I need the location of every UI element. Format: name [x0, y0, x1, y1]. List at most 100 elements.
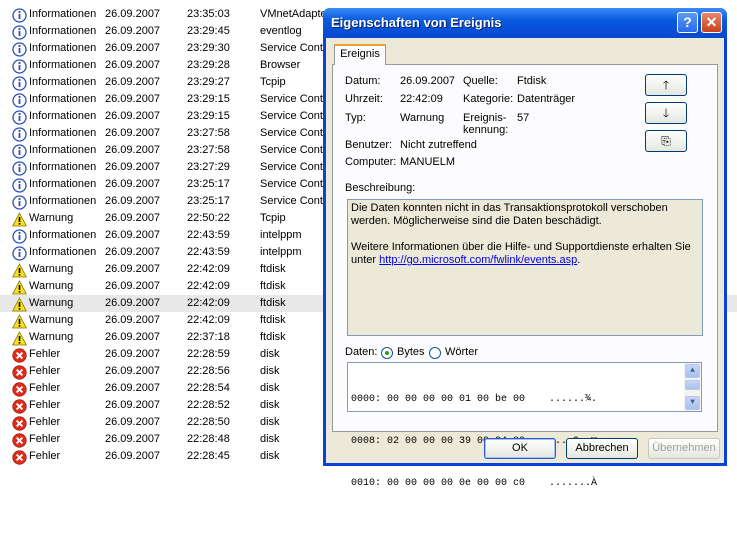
- event-type: Warnung: [29, 331, 74, 343]
- event-time: 22:28:50: [187, 416, 230, 428]
- event-time: 23:27:58: [187, 144, 230, 156]
- event-source: ftdisk: [260, 297, 286, 309]
- event-properties-dialog: Eigenschaften von Ereignis ? ✕ Ereignis …: [323, 8, 727, 489]
- event-date: 26.09.2007: [105, 280, 161, 292]
- bytes-label: Bytes: [397, 346, 425, 358]
- event-source: intelppm: [260, 246, 302, 258]
- event-time: 23:29:27: [187, 76, 230, 88]
- info-icon: [12, 195, 27, 210]
- words-radio[interactable]: [429, 347, 441, 359]
- event-date: 26.09.2007: [105, 433, 161, 445]
- event-type: Fehler: [29, 399, 61, 411]
- event-date: 26.09.2007: [105, 263, 161, 275]
- event-date: 26.09.2007: [105, 297, 161, 309]
- error-icon: [12, 365, 27, 380]
- info-icon: [12, 229, 27, 244]
- copy-event-button[interactable]: ⎘: [645, 130, 687, 152]
- scroll-thumb[interactable]: [685, 380, 700, 390]
- event-source: ftdisk: [260, 331, 286, 343]
- event-type: Fehler: [29, 416, 61, 428]
- user-label: Benutzer:: [345, 139, 393, 151]
- ok-button[interactable]: OK: [484, 438, 556, 459]
- event-date: 26.09.2007: [105, 93, 161, 105]
- description-label: Beschreibung:: [345, 182, 416, 194]
- error-icon: [12, 382, 27, 397]
- description-box[interactable]: Die Daten konnten nicht in das Transakti…: [347, 199, 703, 336]
- hex-scrollbar[interactable]: ▲ ▼: [684, 363, 701, 411]
- event-source: Browser: [260, 59, 301, 71]
- hex-line: 0000: 00 00 00 00 01 00 be 00 ......¾.: [351, 394, 598, 405]
- error-icon: [12, 348, 27, 363]
- event-source: disk: [260, 365, 280, 377]
- event-type: Informationen: [29, 110, 97, 122]
- event-time: 23:25:17: [187, 195, 230, 207]
- event-date: 26.09.2007: [105, 382, 161, 394]
- event-source: disk: [260, 348, 280, 360]
- event-date: 26.09.2007: [105, 59, 161, 71]
- error-icon: [12, 450, 27, 465]
- event-type: Informationen: [29, 246, 97, 258]
- event-type: Fehler: [29, 365, 61, 377]
- title-bar[interactable]: Eigenschaften von Ereignis ? ✕: [323, 8, 727, 38]
- scroll-down-icon[interactable]: ▼: [685, 396, 700, 410]
- event-time: 22:28:45: [187, 450, 230, 462]
- words-label: Wörter: [445, 346, 478, 358]
- warn-icon: [12, 331, 27, 346]
- info-icon: [12, 59, 27, 74]
- event-source: ftdisk: [260, 314, 286, 326]
- cancel-button[interactable]: Abbrechen: [566, 438, 638, 459]
- help-link[interactable]: http://go.microsoft.com/fwlink/events.as…: [379, 254, 577, 266]
- event-date: 26.09.2007: [105, 229, 161, 241]
- event-type: Informationen: [29, 76, 97, 88]
- event-date: 26.09.2007: [105, 127, 161, 139]
- event-source: disk: [260, 382, 280, 394]
- warn-icon: [12, 212, 27, 227]
- event-date: 26.09.2007: [105, 178, 161, 190]
- hex-line: 0010: 00 00 00 00 0e 00 00 c0 .......À: [351, 478, 598, 489]
- info-icon: [12, 8, 27, 23]
- event-time: 22:28:56: [187, 365, 230, 377]
- info-icon: [12, 76, 27, 91]
- tab-panel: Datum: 26.09.2007 Uhrzeit: 22:42:09 Typ:…: [332, 64, 718, 489]
- event-time: 22:50:22: [187, 212, 230, 224]
- event-time: 22:42:09: [187, 280, 230, 292]
- bytes-radio[interactable]: [381, 347, 393, 359]
- apply-button[interactable]: Übernehmen: [648, 438, 720, 459]
- event-source: intelppm: [260, 229, 302, 241]
- event-type: Informationen: [29, 42, 97, 54]
- event-type: Informationen: [29, 229, 97, 241]
- event-date: 26.09.2007: [105, 365, 161, 377]
- source-value: Ftdisk: [517, 75, 547, 87]
- warn-icon: [12, 263, 27, 278]
- event-time: 23:29:30: [187, 42, 230, 54]
- hex-data-box[interactable]: 0000: 00 00 00 00 01 00 be 00 ......¾. 0…: [347, 362, 702, 489]
- time-label: Uhrzeit:: [345, 93, 383, 105]
- warn-icon: [12, 280, 27, 295]
- previous-event-button[interactable]: 🡑: [645, 74, 687, 96]
- type-value: Warnung: [400, 112, 445, 124]
- tab-ereignis[interactable]: Ereignis: [334, 44, 386, 65]
- description-end: .: [577, 254, 581, 266]
- event-type: Warnung: [29, 263, 74, 275]
- event-type: Informationen: [29, 144, 97, 156]
- event-type: Informationen: [29, 59, 97, 71]
- event-source: ftdisk: [260, 263, 286, 275]
- event-time: 23:29:45: [187, 25, 230, 37]
- event-source: Tcpip: [260, 76, 286, 88]
- eventid-label-1: Ereignis-: [463, 112, 507, 124]
- event-time: 22:43:59: [187, 229, 230, 241]
- help-button[interactable]: ?: [677, 12, 698, 33]
- eventid-value: 57: [517, 112, 530, 124]
- event-time: 22:28:48: [187, 433, 230, 445]
- info-icon: [12, 161, 27, 176]
- scroll-up-icon[interactable]: ▲: [685, 364, 700, 378]
- next-event-button[interactable]: 🡓: [645, 102, 687, 124]
- category-value: Datenträger: [517, 93, 576, 105]
- info-icon: [12, 42, 27, 57]
- error-icon: [12, 433, 27, 448]
- event-time: 23:27:29: [187, 161, 230, 173]
- computer-label: Computer:: [345, 156, 397, 168]
- data-label: Daten:: [345, 346, 378, 358]
- time-value: 22:42:09: [400, 93, 443, 105]
- close-button[interactable]: ✕: [701, 12, 722, 33]
